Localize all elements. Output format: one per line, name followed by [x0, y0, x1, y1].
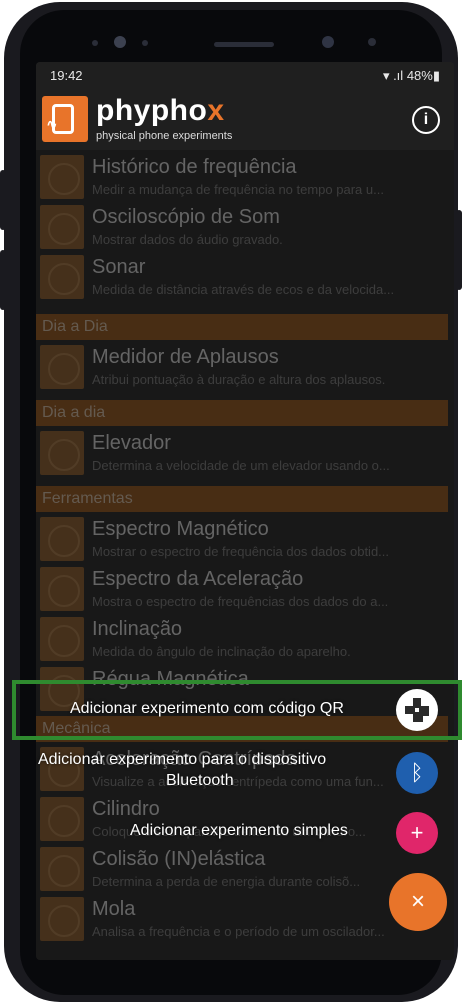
close-icon: ×: [410, 888, 425, 915]
status-icons: ▾ .ıl 48%▮: [382, 68, 440, 83]
bluetooth-icon: ᛒ: [410, 760, 424, 785]
add-qr-label[interactable]: Adicionar experimento com código QR: [70, 700, 344, 718]
add-bluetooth-button[interactable]: ᛒ: [396, 752, 438, 794]
add-bluetooth-label-line2[interactable]: Bluetooth: [166, 772, 234, 790]
sensor-dot: [142, 40, 148, 46]
status-bar: 19:42 ▾ .ıl 48%▮: [36, 62, 454, 88]
earpiece-speaker: [214, 42, 274, 47]
app-name-main: phypho: [96, 94, 208, 127]
plus-icon: +: [410, 820, 424, 845]
battery-level: 48%: [406, 68, 433, 83]
power-button: [456, 210, 462, 290]
sensor-dot: [92, 40, 98, 46]
wave-glyph-icon: ∿: [46, 116, 58, 132]
app-subtitle: physical phone experiments: [96, 130, 233, 142]
app-name: phyphox: [96, 94, 225, 128]
front-camera: [114, 36, 126, 48]
side-button: [0, 170, 6, 230]
add-qr-button[interactable]: [396, 689, 438, 731]
sensor-dot: [368, 38, 376, 46]
app-name-x: x: [207, 94, 225, 127]
add-bluetooth-label-line1[interactable]: Adicionar experimento para o dispositivo: [38, 751, 326, 769]
qr-code-icon: [405, 698, 429, 722]
close-fab-button[interactable]: ×: [389, 873, 447, 931]
app-bar: ∿ phyphox physical phone experiments i: [36, 88, 454, 150]
iris-scanner: [322, 36, 334, 48]
add-simple-label[interactable]: Adicionar experimento simples: [130, 822, 348, 840]
phyphox-logo-icon: ∿: [42, 96, 88, 142]
add-simple-button[interactable]: +: [396, 812, 438, 854]
side-button: [0, 250, 6, 310]
info-icon[interactable]: i: [412, 106, 440, 134]
status-time: 19:42: [50, 68, 83, 83]
